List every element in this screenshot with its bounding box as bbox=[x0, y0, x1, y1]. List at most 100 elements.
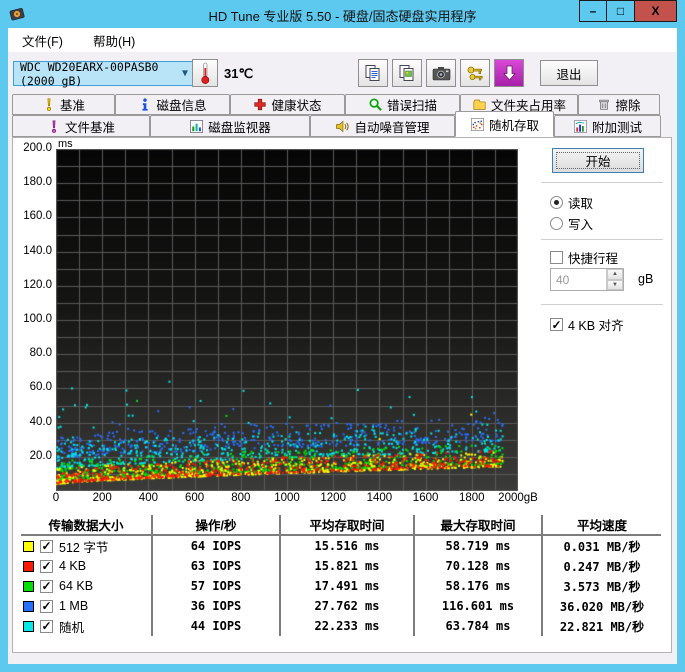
disk-monitor-icon bbox=[190, 119, 204, 133]
y-tick-label: 200.0 bbox=[23, 142, 52, 154]
copy-text-icon bbox=[365, 65, 380, 81]
screenshot-button[interactable] bbox=[426, 59, 456, 87]
y-tick-label: 20.0 bbox=[29, 449, 52, 462]
stats-table: 传输数据大小 操作/秒 平均存取时间 最大存取时间 平均速度 ✓ 512 字节 … bbox=[21, 515, 661, 636]
series-checkbox[interactable]: ✓ bbox=[40, 599, 53, 613]
minimize-button[interactable]: – bbox=[579, 0, 607, 22]
x-tick-label: 400 bbox=[138, 492, 158, 504]
random-access-panel: ms 200.0 180.0 160.0 140.0 120.0 100.0 80.0 60.… bbox=[12, 137, 672, 653]
separator bbox=[541, 239, 663, 241]
exit-button[interactable]: 退出 bbox=[540, 60, 598, 86]
mode-read-label: 读取 bbox=[568, 197, 594, 211]
short-stroke-checkbox[interactable]: ✓ 快捷行程 bbox=[550, 248, 618, 267]
tab-label: 磁盘监视器 bbox=[208, 120, 271, 135]
x-tick-label: 200 bbox=[92, 492, 112, 504]
close-button[interactable]: X bbox=[635, 0, 677, 22]
tab-erase[interactable]: 擦除 bbox=[578, 94, 660, 115]
short-stroke-size-input[interactable]: 40 ▲ ▼ bbox=[550, 268, 624, 291]
tab-aam[interactable]: 自动噪音管理 bbox=[310, 115, 455, 137]
col-header-max-access: 最大存取时间 bbox=[413, 515, 541, 536]
series-checkbox[interactable]: ✓ bbox=[40, 559, 53, 573]
menu-file[interactable]: 文件(F) bbox=[18, 29, 67, 52]
copy-image-icon bbox=[399, 65, 414, 81]
tab-health[interactable]: 健康状态 bbox=[230, 94, 345, 115]
iops-value: 57 IOPS bbox=[151, 576, 279, 596]
x-tick-label: 0 bbox=[52, 492, 60, 504]
align-4kb-checkbox[interactable]: ✓ 4 KB 对齐 bbox=[550, 315, 624, 334]
spin-up-icon[interactable]: ▲ bbox=[607, 269, 623, 280]
tab-label: 健康状态 bbox=[271, 99, 322, 113]
start-button[interactable]: 开始 bbox=[552, 148, 644, 173]
tab-label: 错误扫描 bbox=[386, 99, 437, 113]
drive-selector[interactable]: WDC WD20EARX-00PASB0 (2000 gB) ▼ bbox=[13, 60, 195, 88]
avg-speed-value: 0.031 MB/秒 bbox=[541, 536, 661, 556]
keys-button[interactable] bbox=[460, 59, 490, 87]
x-tick-label: 600 bbox=[185, 492, 205, 504]
update-button[interactable] bbox=[494, 59, 524, 87]
avg-speed-value: 36.020 MB/秒 bbox=[541, 596, 661, 616]
temperature-button[interactable] bbox=[192, 59, 218, 87]
tab-error-scan[interactable]: 错误扫描 bbox=[345, 94, 460, 115]
x-tick-label: 1400 bbox=[366, 492, 393, 504]
avg-speed-value: 3.573 MB/秒 bbox=[541, 576, 661, 596]
short-stroke-label: 快捷行程 bbox=[568, 252, 619, 266]
series-checkbox[interactable]: ✓ bbox=[40, 619, 53, 633]
tab-file-benchmark[interactable]: 文件基准 bbox=[12, 115, 150, 137]
tab-disk-monitor[interactable]: 磁盘监视器 bbox=[150, 115, 310, 137]
access-time-scatter-chart bbox=[56, 149, 518, 491]
health-icon bbox=[254, 98, 267, 111]
y-tick-label: 180.0 bbox=[23, 176, 52, 189]
col-header-iops: 操作/秒 bbox=[151, 515, 279, 536]
y-tick-label: 80.0 bbox=[29, 347, 52, 360]
tab-label: 自动噪音管理 bbox=[354, 120, 430, 135]
erase-icon bbox=[599, 99, 610, 111]
max-access-value: 116.601 ms bbox=[413, 596, 541, 616]
separator bbox=[541, 304, 663, 306]
series-color-swatch bbox=[23, 620, 34, 632]
avg-access-value: 15.821 ms bbox=[279, 556, 413, 576]
tab-extra-tests[interactable]: 附加测试 bbox=[554, 115, 661, 137]
y-tick-label: 60.0 bbox=[29, 381, 52, 394]
avg-access-value: 27.762 ms bbox=[279, 596, 413, 616]
max-access-value: 58.719 ms bbox=[413, 536, 541, 556]
spin-down-icon[interactable]: ▼ bbox=[607, 279, 623, 290]
hdtune-window: HD Tune 专业版 5.50 - 硬盘/固态硬盘实用程序 – □ X 文件(… bbox=[0, 0, 685, 672]
keys-icon bbox=[467, 66, 483, 80]
error-scan-icon bbox=[369, 98, 382, 111]
series-checkbox[interactable]: ✓ bbox=[40, 539, 53, 553]
x-tick-label: 1200 bbox=[320, 492, 346, 504]
spinner-buttons[interactable]: ▲ ▼ bbox=[606, 269, 623, 290]
titlebar: HD Tune 专业版 5.50 - 硬盘/固态硬盘实用程序 – □ X bbox=[0, 0, 685, 28]
series-label: 512 字节 bbox=[59, 540, 109, 555]
table-row: ✓ 64 KB bbox=[21, 576, 151, 596]
tab-disk-info[interactable]: 磁盘信息 bbox=[115, 94, 230, 115]
mode-read-radio[interactable]: 读取 bbox=[550, 193, 593, 212]
y-tick-label: 100.0 bbox=[23, 313, 52, 325]
series-checkbox[interactable]: ✓ bbox=[40, 579, 53, 593]
series-label: 1 MB bbox=[59, 599, 89, 613]
short-stroke-unit: gB bbox=[638, 272, 654, 286]
copy-text-button[interactable] bbox=[358, 59, 388, 87]
series-label: 4 KB bbox=[59, 559, 87, 573]
radio-icon bbox=[550, 217, 563, 230]
temperature-value: 31℃ bbox=[224, 66, 254, 81]
series-label: 随机 bbox=[59, 620, 85, 635]
align-4kb-label: 4 KB 对齐 bbox=[568, 319, 624, 333]
tab-label: 基准 bbox=[59, 99, 85, 113]
max-access-value: 70.128 ms bbox=[413, 556, 541, 576]
table-row: ✓ 1 MB bbox=[21, 596, 151, 616]
camera-icon bbox=[432, 66, 450, 80]
disk-info-icon bbox=[142, 98, 149, 111]
tab-random-access[interactable]: 随机存取 bbox=[455, 111, 554, 137]
copy-image-button[interactable] bbox=[392, 59, 422, 87]
maximize-button[interactable]: □ bbox=[607, 0, 635, 22]
table-row: ✓ 512 字节 bbox=[21, 536, 151, 556]
checkbox-icon: ✓ bbox=[550, 251, 563, 264]
y-tick-label: 120.0 bbox=[23, 278, 52, 291]
menu-help[interactable]: 帮助(H) bbox=[89, 29, 139, 52]
max-access-value: 63.784 ms bbox=[413, 616, 541, 636]
mode-write-label: 写入 bbox=[568, 218, 594, 232]
iops-value: 64 IOPS bbox=[151, 536, 279, 556]
tab-benchmark[interactable]: 基准 bbox=[12, 94, 115, 115]
mode-write-radio[interactable]: 写入 bbox=[550, 214, 593, 233]
